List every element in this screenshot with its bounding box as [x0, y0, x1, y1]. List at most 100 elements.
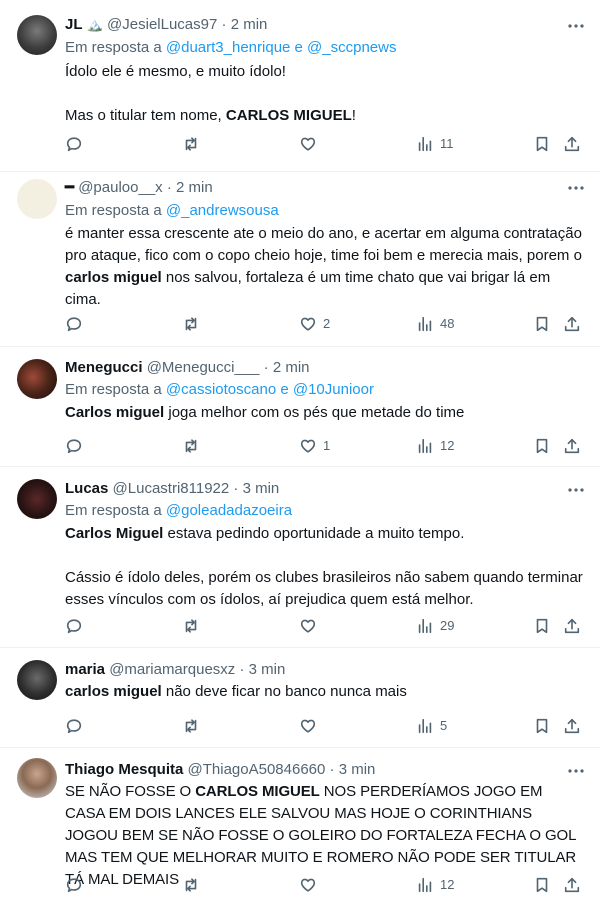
reply-button[interactable]	[65, 436, 83, 456]
reply-button[interactable]	[65, 616, 83, 636]
timestamp[interactable]: 2 min	[273, 359, 310, 376]
separator: ·	[166, 179, 172, 196]
handle[interactable]: @pauloo__x	[78, 179, 162, 196]
tweet[interactable]: Menegucci @Menegucci___ · 2 min Em respo…	[0, 347, 600, 467]
share-button[interactable]	[563, 716, 581, 736]
views-button[interactable]: 48	[416, 314, 454, 334]
like-button[interactable]	[299, 134, 323, 154]
like-button[interactable]: 2	[299, 314, 330, 334]
timestamp[interactable]: 3 min	[249, 661, 286, 678]
display-name[interactable]: maria	[65, 661, 105, 678]
timestamp[interactable]: 2 min	[231, 16, 268, 33]
share-icon	[564, 316, 580, 332]
reply-button[interactable]	[65, 314, 83, 334]
like-button[interactable]: 1	[299, 436, 330, 456]
reply-mentions[interactable]: @_andrewsousa	[166, 202, 279, 219]
tweet[interactable]: JL 🏔️ @JesielLucas97 · 2 min Em resposta…	[0, 0, 600, 172]
share-button[interactable]	[563, 616, 581, 636]
avatar[interactable]	[17, 660, 57, 700]
views-icon	[418, 877, 432, 893]
retweet-button[interactable]	[182, 875, 200, 895]
handle[interactable]: @mariamarquesxz	[109, 661, 235, 678]
reply-button[interactable]	[65, 875, 83, 895]
handle[interactable]: @Lucastri811922	[113, 480, 230, 497]
retweet-button[interactable]	[182, 436, 200, 456]
like-button[interactable]	[299, 616, 323, 636]
avatar[interactable]	[17, 758, 57, 798]
more-icon[interactable]	[566, 178, 586, 198]
tweet-header: ━ @pauloo__x · 2 min	[65, 178, 213, 198]
avatar[interactable]	[17, 15, 57, 55]
bookmark-button[interactable]	[533, 875, 551, 895]
views-button[interactable]: 12	[416, 436, 454, 456]
tweet[interactable]: ━ @pauloo__x · 2 min Em resposta a @_and…	[0, 172, 600, 347]
timestamp[interactable]: 3 min	[243, 480, 280, 497]
action-bar: 5	[0, 716, 600, 736]
reply-prefix: Em resposta a	[65, 381, 162, 398]
retweet-icon	[185, 878, 197, 892]
handle[interactable]: @ThiagoA50846660	[188, 761, 326, 778]
more-icon[interactable]	[566, 16, 586, 36]
views-button[interactable]: 11	[416, 134, 454, 154]
like-button[interactable]	[299, 875, 323, 895]
display-name[interactable]: JL	[65, 16, 83, 33]
retweet-button[interactable]	[182, 314, 200, 334]
avatar[interactable]	[17, 359, 57, 399]
handle[interactable]: @Menegucci___	[147, 359, 260, 376]
bookmark-button[interactable]	[533, 134, 551, 154]
timestamp[interactable]: 2 min	[176, 179, 213, 196]
display-name[interactable]: ━	[65, 179, 74, 196]
reply-mentions[interactable]: @duart3_henrique e @_sccpnews	[166, 39, 397, 56]
views-button[interactable]: 5	[416, 716, 447, 736]
tweet-line: é manter essa crescente ate o meio do an…	[65, 223, 585, 311]
tweet-line: Ídolo ele é mesmo, e muito ídolo!	[65, 63, 286, 80]
reply-icon	[66, 878, 82, 893]
share-button[interactable]	[563, 875, 581, 895]
action-bar: 2 48	[0, 314, 600, 334]
more-icon[interactable]	[566, 480, 586, 500]
share-button[interactable]	[563, 134, 581, 154]
share-icon	[564, 877, 580, 893]
retweet-button[interactable]	[182, 616, 200, 636]
tweet[interactable]: Thiago Mesquita @ThiagoA50846660 · 3 min…	[0, 748, 600, 907]
share-button[interactable]	[563, 436, 581, 456]
bookmark-button[interactable]	[533, 436, 551, 456]
display-name[interactable]: Lucas	[65, 480, 108, 497]
views-button[interactable]: 12	[416, 875, 454, 895]
heart-icon	[300, 317, 316, 331]
view-count: 12	[440, 438, 455, 453]
highlight-text: Carlos Miguel	[65, 525, 164, 542]
more-icon[interactable]	[566, 761, 586, 781]
reply-icon	[66, 719, 82, 734]
tweet[interactable]: maria @mariamarquesxz · 3 min carlos mig…	[0, 648, 600, 748]
reply-mentions[interactable]: @cassiotoscano e @10Junioor	[166, 381, 374, 398]
timestamp[interactable]: 3 min	[339, 761, 376, 778]
share-button[interactable]	[563, 314, 581, 334]
reply-button[interactable]	[65, 134, 83, 154]
share-icon	[564, 718, 580, 734]
avatar[interactable]	[17, 479, 57, 519]
heart-icon	[300, 439, 316, 453]
retweet-icon	[185, 317, 197, 331]
tweet-text: é manter essa crescente ate o meio do an…	[65, 223, 585, 311]
retweet-button[interactable]	[182, 716, 200, 736]
reply-mentions[interactable]: @goleadadazoeira	[166, 502, 292, 519]
tweet[interactable]: Lucas @Lucastri811922 · 3 min Em respost…	[0, 467, 600, 648]
highlight-text: carlos miguel	[65, 269, 162, 286]
name-emoji: 🏔️	[86, 17, 103, 32]
retweet-icon	[185, 439, 197, 453]
reply-button[interactable]	[65, 716, 83, 736]
display-name[interactable]: Thiago Mesquita	[65, 761, 183, 778]
display-name[interactable]: Menegucci	[65, 359, 143, 376]
share-icon	[564, 136, 580, 152]
reply-context: Em resposta a @_andrewsousa	[65, 201, 279, 221]
bookmark-button[interactable]	[533, 616, 551, 636]
avatar[interactable]	[17, 179, 57, 219]
views-button[interactable]: 29	[416, 616, 454, 636]
text-part: não deve ficar no banco nunca mais	[161, 683, 407, 700]
bookmark-button[interactable]	[533, 314, 551, 334]
bookmark-button[interactable]	[533, 716, 551, 736]
like-button[interactable]	[299, 716, 323, 736]
retweet-button[interactable]	[182, 134, 200, 154]
handle[interactable]: @JesielLucas97	[107, 16, 217, 33]
